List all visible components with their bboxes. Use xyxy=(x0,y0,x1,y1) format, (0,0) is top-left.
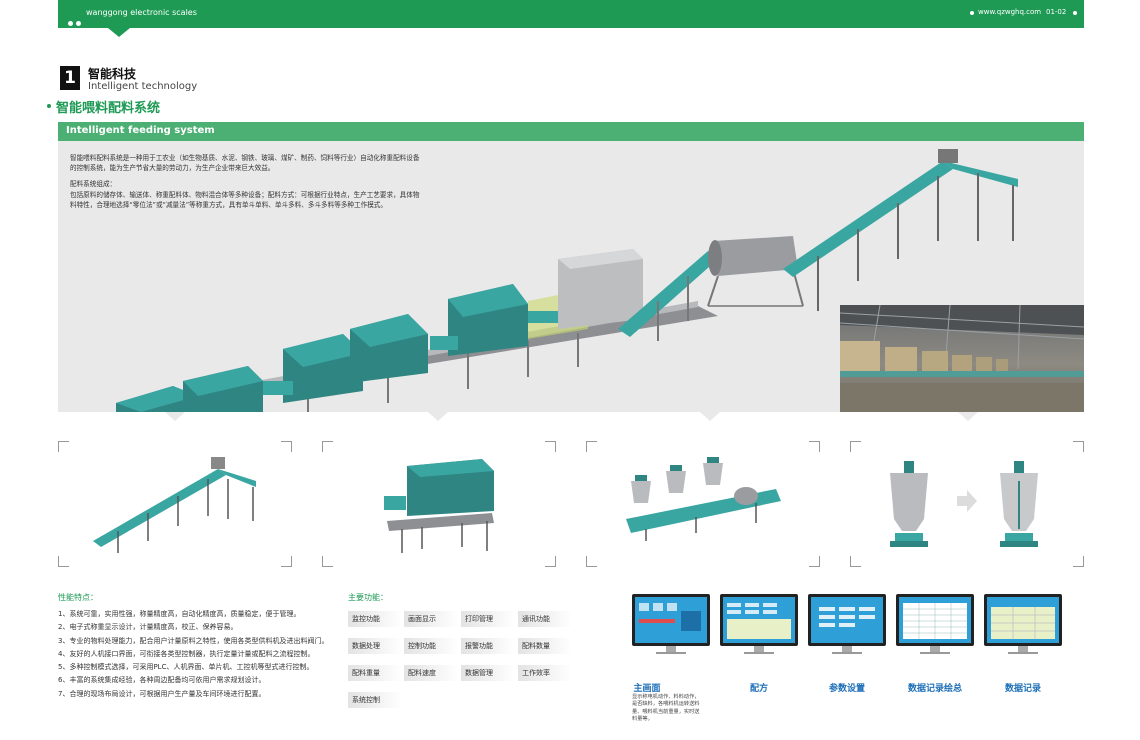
screen-label: 数据记录 xyxy=(1004,684,1041,694)
function-tag: 打印管理 xyxy=(461,611,515,627)
function-tag: 配料重量 xyxy=(348,665,402,681)
weigh-hopper xyxy=(1000,461,1038,547)
feature-item: 4、友好的人机接口界面，可衔接各类型控制器，执行定量计量或配料之流程控制。 xyxy=(58,649,315,658)
function-tag: 通讯功能 xyxy=(518,611,572,627)
top-bar: wanggong electronic scales www.qzwghq.co… xyxy=(58,0,1084,28)
feature-item: 7、合理的现场布局设计，可根据用户生产量及车间环境进行配置。 xyxy=(58,689,266,698)
function-tag: 配料速度 xyxy=(404,665,458,681)
notch-marker xyxy=(700,412,720,421)
weigh-hopper xyxy=(890,461,928,547)
page-number: 01-02 xyxy=(1046,8,1067,16)
feature-item: 5、多种控制模式选择，可采用PLC、人机界面、单片机、工控机等型式进行控制。 xyxy=(58,663,314,672)
features-list: 1、系统可靠，实用性强，称量精度高，自动化精度高，质量稳定，便于管理。 2、电子… xyxy=(58,608,348,701)
functions-title: 主要功能： xyxy=(348,593,388,602)
monitor-recipe xyxy=(720,594,798,654)
feeder-bin xyxy=(350,314,428,383)
arrow-right-icon xyxy=(957,490,977,512)
section-title-cn: 智能科技 xyxy=(88,67,137,81)
website-url: www.qzwghq.com xyxy=(978,8,1042,16)
banner-title: Intelligent feeding system xyxy=(66,125,215,136)
brand-name: wanggong electronic scales xyxy=(86,8,197,17)
function-tag: 系统控制 xyxy=(348,692,402,708)
dot-icon xyxy=(970,11,974,15)
feature-item: 6、丰富的系统集成经验，各种周边配备均可依用户需求规划设计。 xyxy=(58,676,266,685)
notch-marker xyxy=(165,412,185,421)
screen-label: 参数设置 xyxy=(828,684,865,694)
thumbnail-conveyor xyxy=(58,441,292,567)
function-tag: 监控功能 xyxy=(348,611,402,627)
screen-label: 配方 xyxy=(749,684,768,694)
dots-icon xyxy=(68,11,84,30)
feeder-bin xyxy=(183,366,263,412)
banner: Intelligent feeding system xyxy=(58,122,1084,141)
function-tag: 控制功能 xyxy=(404,638,458,654)
feature-item: 2、电子式称重显示设计，计量精度高，校正、保养容易。 xyxy=(58,623,238,632)
monitor-main xyxy=(632,594,710,654)
feeder-bin xyxy=(448,284,528,356)
feature-item: 1、系统可靠，实用性强，称量精度高，自动化精度高，质量稳定，便于管理。 xyxy=(58,610,301,618)
function-tag: 数据管理 xyxy=(461,665,515,681)
feature-item: 3、专业的物料处理能力，配合用户计量原料之特性，使用各类型供料机及进出料阀门。 xyxy=(58,636,329,645)
thumbnail-weigh-hopper xyxy=(850,441,1084,567)
monitor-params xyxy=(808,594,886,654)
section-number: 1 xyxy=(60,66,80,90)
section-title-en: Intelligent technology xyxy=(88,81,198,92)
function-tag: 画面显示 xyxy=(404,611,458,627)
page-heading: 智能喂料配料系统 xyxy=(56,101,161,116)
factory-photo xyxy=(840,305,1084,412)
features-title: 性能特点： xyxy=(58,593,98,602)
function-tag: 配料数量 xyxy=(518,638,572,654)
thumbnail-hoppers xyxy=(586,441,820,567)
screen-label: 数据记录绘总 xyxy=(907,684,962,694)
function-tag: 数据处理 xyxy=(348,638,402,654)
function-tag: 报警功能 xyxy=(461,638,515,654)
function-tag: 工作效率 xyxy=(518,665,572,681)
incline-conveyor xyxy=(783,161,953,277)
notch-marker xyxy=(958,412,978,421)
dot-icon xyxy=(1073,11,1077,15)
notch-marker xyxy=(428,412,448,421)
monitor-records xyxy=(984,594,1062,654)
monitor-summary xyxy=(896,594,974,654)
main-screen-description: 显示称电机动作、料料动作，是否缺料，各喂料机运转送料量、喂料机当前重量，实时送料… xyxy=(632,694,700,722)
screen-label: 主画面 xyxy=(633,684,661,694)
triangle-marker-icon xyxy=(108,28,130,37)
hero-illustration: 智能喂料配料系统是一种用于工农业（如生物基质、水泥、钢铁、玻璃、煤矿、制药、饲料… xyxy=(58,141,1084,412)
bullet-icon xyxy=(47,104,51,108)
thumbnail-feeder-bin xyxy=(322,441,556,567)
